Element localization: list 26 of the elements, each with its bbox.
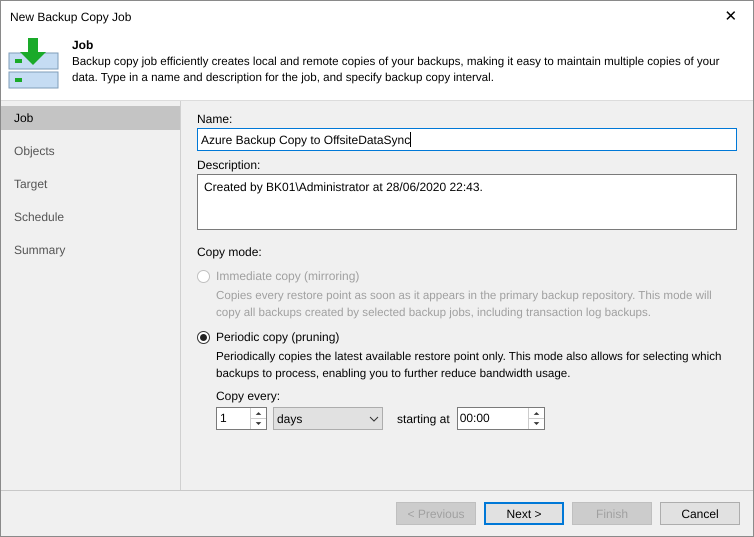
close-button[interactable]: ✕ xyxy=(719,5,743,29)
time-spinner[interactable]: 00:00 xyxy=(456,407,545,430)
field-label: starting at xyxy=(397,410,450,428)
sidebar-item[interactable]: Objects xyxy=(1,139,180,163)
sidebar-item[interactable]: Job xyxy=(1,106,180,130)
field-label: Description: xyxy=(197,157,262,173)
option-description: Periodically copies the latest available restore point only. This mode also allows for selecting which backups to process, enabling you to further reduce bandwidth usage. xyxy=(216,349,722,382)
unit-dropdown[interactable]: days xyxy=(273,407,383,430)
radio-option[interactable]: Periodic copy (pruning) xyxy=(197,329,340,345)
chevron-down-icon xyxy=(369,416,379,422)
field-label: Name: xyxy=(197,111,234,127)
field-label: Copy every: xyxy=(216,388,282,404)
sidebar-item[interactable]: Schedule xyxy=(1,205,180,229)
sidebar-item[interactable]: Summary xyxy=(1,238,180,262)
description-field[interactable]: Created by BK01\Administrator at 28/06/2020 22:43. xyxy=(197,174,737,230)
page-description: Backup copy job efficiently creates local and remote copies of your backups, making it easy to maintain multiple copies of your data. Type in a name and description for the job, and specify backup copy interval. xyxy=(72,54,720,86)
name-field[interactable]: Azure Backup Copy to OffsiteDataSync xyxy=(197,128,737,151)
interval-spinner[interactable]: 1 xyxy=(216,407,267,430)
wizard-button[interactable]: Cancel xyxy=(660,502,740,525)
wizard-button[interactable]: Next > xyxy=(484,502,564,525)
backup-copy-icon xyxy=(8,36,60,90)
page-heading: Job xyxy=(72,37,94,53)
window-title: New Backup Copy Job xyxy=(10,9,132,26)
option-description: Copies every restore point as soon as it appears in the primary backup repository. This mode will copy all backups created by selected backup jobs, including transaction log backups. xyxy=(216,288,713,321)
section-label: Copy mode: xyxy=(197,244,263,260)
sidebar-item[interactable]: Target xyxy=(1,172,180,196)
